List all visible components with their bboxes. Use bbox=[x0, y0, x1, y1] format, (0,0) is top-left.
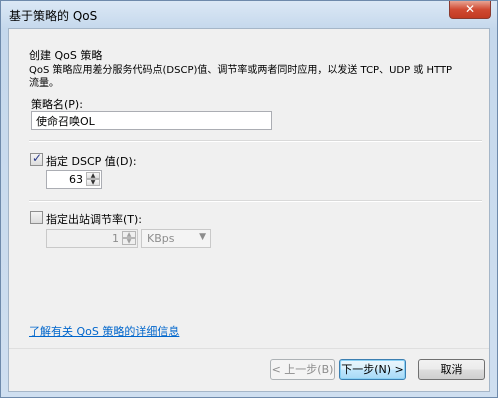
throttle-label: 指定出站调节率(T): bbox=[46, 213, 143, 226]
separator bbox=[29, 200, 482, 202]
throttle-value: 1 bbox=[112, 232, 119, 245]
spin-up-icon[interactable]: ▲ bbox=[86, 172, 100, 179]
throttle-unit: KBps bbox=[147, 232, 175, 245]
dscp-checkbox[interactable]: ✓ bbox=[30, 151, 43, 166]
close-icon: ✕ bbox=[464, 2, 476, 16]
window-title: 基于策略的 QoS bbox=[9, 9, 98, 23]
dscp-value: 63 bbox=[69, 173, 83, 186]
policy-name-label: 策略名(P): bbox=[31, 98, 83, 111]
throttle-checkbox[interactable] bbox=[30, 211, 43, 224]
check-icon: ✓ bbox=[32, 151, 43, 165]
dscp-label: 指定 DSCP 值(D): bbox=[46, 155, 137, 168]
spin-up-icon[interactable]: ▲ bbox=[122, 231, 136, 238]
next-button[interactable]: 下一步(N) > bbox=[339, 359, 406, 380]
spin-down-icon[interactable]: ▼ bbox=[122, 238, 136, 245]
chevron-down-icon: ▼ bbox=[199, 232, 206, 242]
title-bar[interactable]: 基于策略的 QoS ✕ bbox=[1, 1, 497, 27]
policy-name-input[interactable] bbox=[31, 111, 272, 130]
spin-down-icon[interactable]: ▼ bbox=[86, 179, 100, 186]
dscp-value-stepper[interactable]: 63 ▲ ▼ bbox=[46, 170, 102, 189]
close-button[interactable]: ✕ bbox=[449, 1, 491, 19]
learn-more-link[interactable]: 了解有关 QoS 策略的详细信息 bbox=[29, 323, 179, 339]
throttle-rate-stepper[interactable]: 1 ▲ ▼ bbox=[46, 229, 138, 248]
description-line-2: 流量。 bbox=[29, 78, 59, 89]
dialog-window: 基于策略的 QoS ✕ 创建 QoS 策略 QoS 策略应用差分服务代码点(DS… bbox=[0, 0, 498, 398]
cancel-button[interactable]: 取消 bbox=[418, 359, 485, 380]
separator bbox=[29, 140, 482, 142]
throttle-unit-select[interactable]: KBps ▼ bbox=[141, 229, 211, 248]
description-line-1: QoS 策略应用差分服务代码点(DSCP)值、调节率或两者同时应用，以发送 TC… bbox=[29, 65, 453, 76]
button-bar: < 上一步(B) 下一步(N) > 取消 bbox=[9, 348, 489, 391]
back-button[interactable]: < 上一步(B) bbox=[270, 359, 335, 380]
dialog-body: 创建 QoS 策略 QoS 策略应用差分服务代码点(DSCP)值、调节率或两者同… bbox=[8, 28, 490, 392]
